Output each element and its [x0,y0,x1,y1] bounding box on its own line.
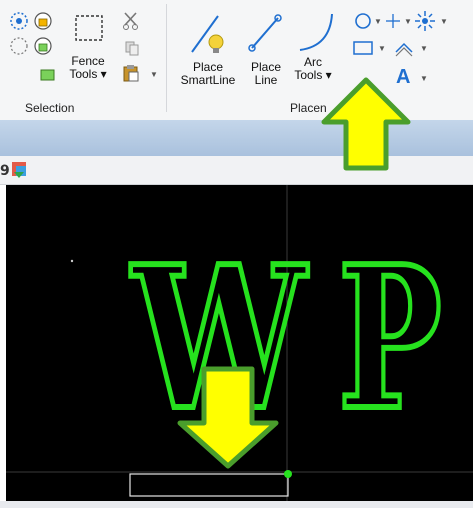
handle-point [284,470,292,478]
view-attributes-icon[interactable]: 9 [0,160,30,180]
paste-dropdown-icon[interactable]: ▼ [150,70,158,79]
fence-small-icon [40,69,55,81]
point-icon[interactable] [384,12,402,30]
rectangle-dropdown-icon[interactable]: ▼ [378,44,386,53]
cell-dropdown-icon[interactable]: ▼ [440,17,448,26]
lock-selection-icon[interactable] [33,11,53,31]
paste-icon[interactable] [122,64,140,82]
up-arrow-annotation [321,77,411,171]
circle-icon[interactable] [354,12,372,30]
place-text-dropdown-icon[interactable]: ▼ [420,74,428,83]
select-element-icon[interactable] [9,11,29,31]
place-line-button[interactable]: Place Line [244,61,288,87]
clear-selection-icon[interactable] [9,36,29,56]
unlock-selection-icon[interactable] [33,36,53,56]
fence-icon[interactable] [74,14,104,42]
fence-tools-button[interactable]: Fence Tools ▾ [66,55,110,81]
svg-text:9: 9 [0,163,10,179]
selection-rectangle [129,473,289,497]
status-bar [0,501,473,508]
canvas-point [70,259,74,263]
cell-icon[interactable] [414,10,436,32]
multi-line-icon[interactable] [394,40,414,58]
group-separator [166,4,167,112]
rectangle-icon[interactable] [352,40,374,56]
drawing-canvas[interactable]: W P [6,185,473,501]
text-letter-p: P [338,224,442,454]
place-line-icon[interactable] [246,12,286,54]
canvas-content: W P [6,185,473,501]
place-smartline-button[interactable]: Place SmartLine [174,61,242,87]
circle-dropdown-icon[interactable]: ▼ [374,17,382,26]
place-smartline-icon[interactable] [188,10,232,56]
copy-icon[interactable] [124,40,140,56]
arc-tools-icon[interactable] [296,10,338,54]
selection-group-label: Selection [25,101,75,115]
cut-icon[interactable] [122,11,140,31]
multi-line-dropdown-icon[interactable]: ▼ [420,44,428,53]
point-dropdown-icon[interactable]: ▼ [404,17,412,26]
